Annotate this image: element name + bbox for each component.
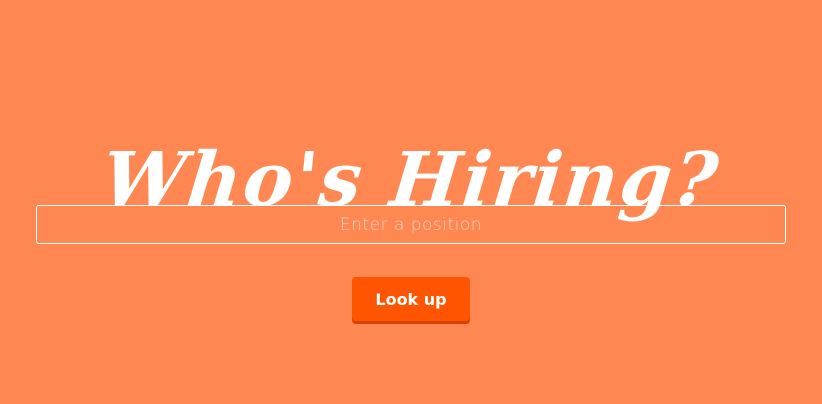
look-up-button[interactable]: Look up	[352, 277, 470, 324]
position-search-input[interactable]	[36, 205, 786, 244]
page: Who's Hiring? Look up	[0, 0, 822, 404]
